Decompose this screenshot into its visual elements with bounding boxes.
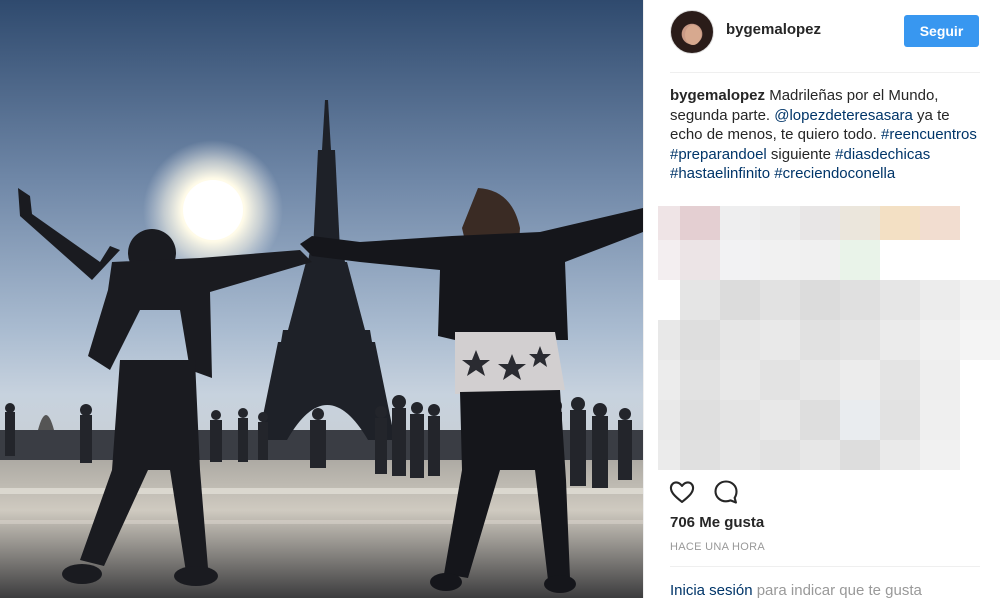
- login-prompt-text: para indicar que te gusta: [752, 582, 922, 598]
- post-caption: bygemalopez Madrileñas por el Mundo, seg…: [670, 86, 980, 184]
- login-prompt: Inicia sesión para indicar que te gusta: [670, 582, 922, 598]
- hashtag-link[interactable]: #creciendoconella: [774, 165, 895, 182]
- post-timestamp[interactable]: HACE UNA HORA: [670, 541, 765, 553]
- caption-author[interactable]: bygemalopez: [670, 87, 765, 104]
- hashtag-link[interactable]: #hastaelinfinito: [670, 165, 770, 182]
- post-photo[interactable]: [0, 0, 643, 598]
- hashtag-link[interactable]: #reencuentros: [881, 126, 977, 143]
- pixelation-mosaic: [658, 206, 1000, 470]
- hashtag-link[interactable]: #preparandoel: [670, 146, 767, 163]
- like-count[interactable]: 706 Me gusta: [670, 514, 764, 531]
- post-sidebar: bygemalopez Seguir bygemalopez Madrileña…: [643, 0, 1000, 598]
- pixelated-comments: [658, 206, 1000, 470]
- hashtag-link[interactable]: #diasdechicas: [835, 146, 930, 163]
- mention-link[interactable]: @lopezdeteresasara: [774, 107, 913, 124]
- sun-core: [183, 180, 243, 240]
- header-divider: [670, 72, 980, 73]
- speech-bubble-icon[interactable]: [712, 478, 740, 506]
- login-link[interactable]: Inicia sesión: [670, 582, 753, 598]
- footer-divider: [670, 566, 980, 567]
- avatar[interactable]: [670, 10, 714, 54]
- caption-text: siguiente: [766, 145, 836, 163]
- avatar-face: [685, 25, 701, 45]
- username-link[interactable]: bygemalopez: [726, 21, 821, 38]
- photo-illustration: [0, 100, 643, 598]
- heart-outline-icon[interactable]: [668, 478, 696, 506]
- post-header: bygemalopez Seguir: [644, 0, 1000, 72]
- follow-button[interactable]: Seguir: [904, 15, 979, 47]
